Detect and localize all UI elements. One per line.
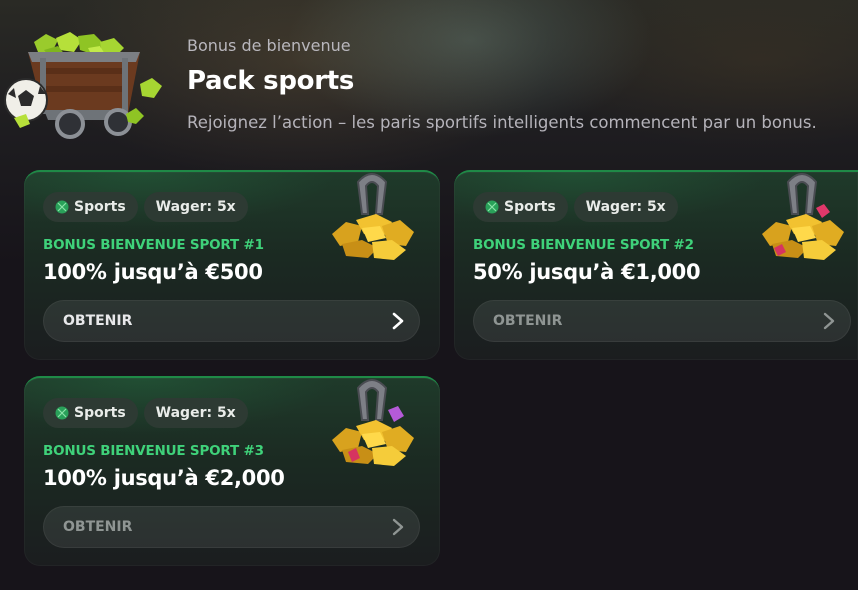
sports-ball-icon (55, 406, 69, 420)
sport-tag: Sports (43, 398, 138, 428)
obtain-button[interactable]: OBTENIR (43, 506, 420, 548)
bonus-card-2: Sports Wager: 5x BONUS BIENVENUE SPORT #… (454, 170, 858, 360)
sport-tag-label: Sports (504, 199, 556, 215)
page-title: Pack sports (187, 66, 355, 96)
obtain-button-label: OBTENIR (63, 313, 133, 329)
bonus-amount: 100% jusqu’à €2,000 (43, 466, 285, 490)
wager-tag: Wager: 5x (143, 398, 248, 428)
bonus-label: BONUS BIENVENUE SPORT #3 (43, 443, 264, 459)
bonus-label: BONUS BIENVENUE SPORT #2 (473, 237, 694, 253)
bonus-card-1: Sports Wager: 5x BONUS BIENVENUE SPORT #… (24, 170, 440, 360)
wager-tag: Wager: 5x (573, 192, 678, 222)
page-subtitle: Rejoignez l’action – les paris sportifs … (187, 113, 817, 132)
mine-cart-icon (4, 32, 162, 139)
card-tags: Sports Wager: 5x (43, 398, 248, 428)
obtain-button-label: OBTENIR (493, 313, 563, 329)
chevron-right-icon (823, 312, 835, 330)
card-tags: Sports Wager: 5x (473, 192, 678, 222)
obtain-button[interactable]: OBTENIR (473, 300, 851, 342)
horseshoe-gold-icon (332, 379, 414, 466)
wager-tag: Wager: 5x (143, 192, 248, 222)
horseshoe-gold-icon (762, 173, 844, 260)
card-tags: Sports Wager: 5x (43, 192, 248, 222)
obtain-button[interactable]: OBTENIR (43, 300, 420, 342)
chevron-right-icon (392, 518, 404, 536)
bonus-card-3: Sports Wager: 5x BONUS BIENVENUE SPORT #… (24, 376, 440, 566)
sport-tag-label: Sports (74, 405, 126, 421)
chevron-right-icon (392, 312, 404, 330)
obtain-button-label: OBTENIR (63, 519, 133, 535)
horseshoe-gold-icon (332, 173, 414, 260)
bonus-amount: 100% jusqu’à €500 (43, 260, 263, 284)
bonus-label: BONUS BIENVENUE SPORT #1 (43, 237, 264, 253)
sports-ball-icon (55, 200, 69, 214)
bonus-amount: 50% jusqu’à €1,000 (473, 260, 701, 284)
sports-ball-icon (485, 200, 499, 214)
sport-tag-label: Sports (74, 199, 126, 215)
page-eyebrow: Bonus de bienvenue (187, 36, 351, 55)
sport-tag: Sports (473, 192, 568, 222)
sport-tag: Sports (43, 192, 138, 222)
